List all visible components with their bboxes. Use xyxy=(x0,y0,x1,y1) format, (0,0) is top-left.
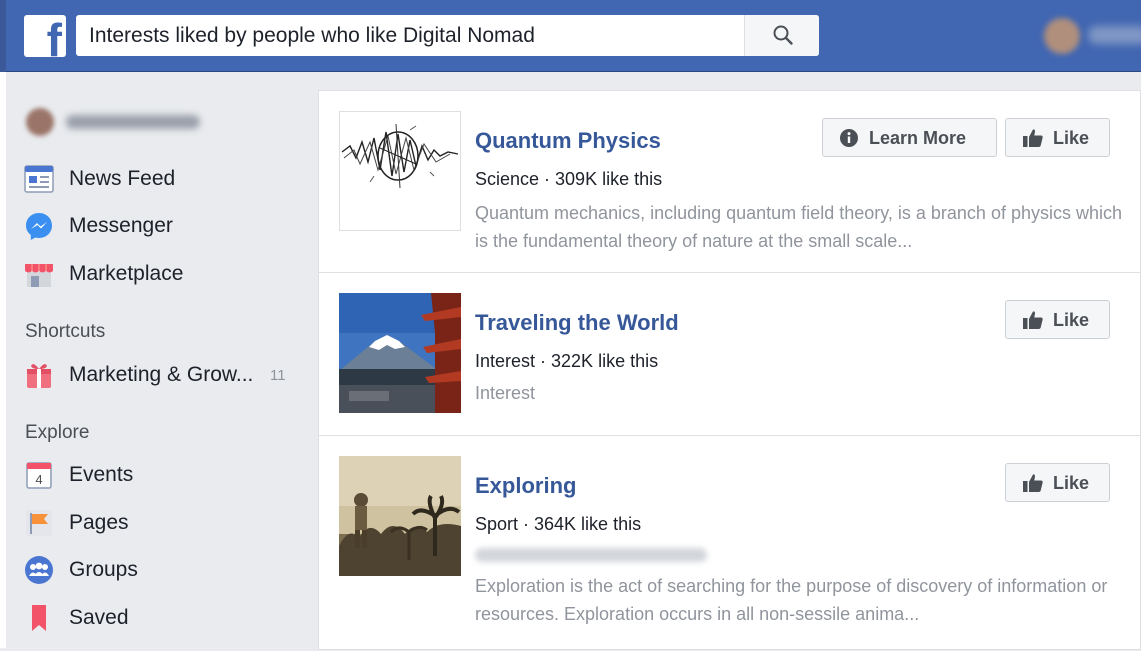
search-icon xyxy=(773,25,793,45)
top-bar-edge xyxy=(0,0,6,72)
shortcuts-heading: Shortcuts xyxy=(25,321,106,342)
facebook-logo-letter: f xyxy=(46,15,62,57)
result-meta: Science · 309K like this xyxy=(475,169,663,189)
result-card-quantum-physics: Quantum Physics Science · 309K like this… xyxy=(319,91,1141,273)
notification-count: 11 xyxy=(270,367,286,384)
sidebar-item-events[interactable]: 4 Events xyxy=(24,455,314,495)
thumbs-up-icon xyxy=(1023,311,1043,329)
sidebar-item-saved[interactable]: Saved xyxy=(24,598,314,638)
result-title-link[interactable]: Exploring xyxy=(475,473,576,499)
groups-icon xyxy=(25,556,53,584)
explore-heading: Explore xyxy=(25,422,90,443)
sidebar-item-label: Events xyxy=(69,463,134,486)
like-label: Like xyxy=(1053,128,1090,148)
profile-name-blurred[interactable] xyxy=(1088,26,1141,44)
sidebar-item-label: Marketing & Grow... xyxy=(69,363,254,386)
sidebar-item-label: Marketplace xyxy=(69,262,184,285)
sidebar-item-news-feed[interactable]: News Feed xyxy=(24,159,314,199)
messenger-icon xyxy=(26,213,52,240)
result-thumbnail[interactable] xyxy=(339,293,461,413)
mount-fuji-image xyxy=(339,293,461,413)
sidebar-item-label: News Feed xyxy=(69,167,176,190)
search-button[interactable] xyxy=(744,15,819,56)
left-navigation: News Feed Messenger Marketplace Shortcut… xyxy=(0,72,318,648)
quantum-sketch-image xyxy=(341,123,459,189)
info-icon xyxy=(840,129,858,147)
like-button[interactable]: Like xyxy=(1005,118,1110,157)
sidebar-item-marketing-growth[interactable]: Marketing & Grow... 11 xyxy=(24,355,314,395)
gift-icon xyxy=(27,364,51,388)
sidebar-item-messenger[interactable]: Messenger xyxy=(24,206,314,246)
result-description: Quantum mechanics, including quantum fie… xyxy=(475,203,1122,251)
user-name-blurred xyxy=(66,115,200,129)
result-description: Interest xyxy=(475,383,536,403)
search-input[interactable] xyxy=(76,15,744,56)
result-description: Exploration is the act of searching for … xyxy=(475,576,1108,624)
like-label: Like xyxy=(1053,473,1090,493)
thumbs-up-icon xyxy=(1023,129,1043,147)
result-thumbnail[interactable] xyxy=(339,456,461,576)
user-profile-link[interactable] xyxy=(24,104,224,140)
result-meta: Sport · 364K like this xyxy=(475,514,642,534)
result-title-link[interactable]: Traveling the World xyxy=(475,310,679,336)
top-bar: f xyxy=(0,0,1141,72)
bookmark-icon xyxy=(32,605,46,631)
search-results-list: Quantum Physics Science · 309K like this… xyxy=(318,90,1141,650)
like-button[interactable]: Like xyxy=(1005,300,1110,339)
result-title-link[interactable]: Quantum Physics xyxy=(475,128,661,154)
learn-more-label: Learn More xyxy=(869,128,967,148)
profile-avatar[interactable] xyxy=(1044,18,1080,54)
facebook-logo[interactable]: f xyxy=(24,15,66,57)
learn-more-button[interactable]: Learn More xyxy=(822,118,997,157)
explorer-sepia-image xyxy=(339,456,461,576)
like-label: Like xyxy=(1053,310,1090,330)
search-box xyxy=(76,15,819,56)
calendar-icon-day: 4 xyxy=(35,472,42,487)
user-avatar xyxy=(26,108,54,136)
result-meta: Interest · 322K like this xyxy=(475,351,659,371)
sidebar-item-label: Saved xyxy=(69,606,129,629)
flag-icon xyxy=(26,510,52,536)
sidebar-item-label: Messenger xyxy=(69,214,173,237)
result-thumbnail[interactable] xyxy=(339,111,461,231)
sidebar-item-label: Pages xyxy=(69,511,129,534)
sidebar-item-groups[interactable]: Groups xyxy=(24,550,314,590)
news-feed-icon xyxy=(24,165,54,193)
friends-like-this-blurred xyxy=(475,548,707,562)
sidebar-item-label: Groups xyxy=(69,558,138,581)
result-card-exploring: Exploring Sport · 364K like this Explora… xyxy=(319,436,1141,651)
sidebar-item-pages[interactable]: Pages xyxy=(24,503,314,543)
thumbs-up-icon xyxy=(1023,474,1043,492)
like-button[interactable]: Like xyxy=(1005,463,1110,502)
sidebar-item-marketplace[interactable]: Marketplace xyxy=(24,254,314,294)
calendar-icon: 4 xyxy=(26,462,52,489)
result-card-traveling-the-world: Traveling the World Interest · 322K like… xyxy=(319,273,1141,436)
marketplace-icon xyxy=(25,264,53,287)
